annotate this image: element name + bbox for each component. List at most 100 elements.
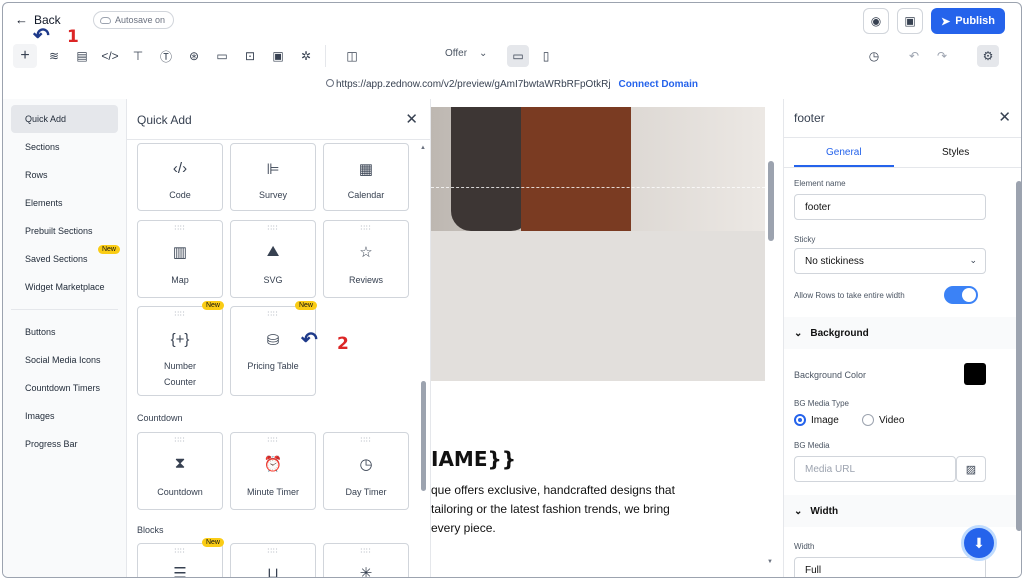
tile-day-timer[interactable]: ∷∷ ◷ Day Timer bbox=[323, 432, 409, 510]
sidebar-item-social-media-icons[interactable]: Social Media Icons bbox=[11, 346, 118, 374]
settings-button[interactable]: ⚙ bbox=[977, 45, 999, 67]
star-icon: ☆ bbox=[359, 244, 373, 261]
tab-styles[interactable]: Styles bbox=[942, 147, 969, 158]
terminal-icon: ▣ bbox=[272, 49, 284, 63]
element-name-input[interactable]: footer bbox=[794, 194, 986, 220]
scrollbar-thumb[interactable] bbox=[768, 161, 774, 241]
redo-button[interactable]: ↷ bbox=[931, 45, 953, 67]
sidebar-item-widget-marketplace[interactable]: Widget Marketplace bbox=[11, 273, 118, 301]
tile-block-2[interactable]: ∷∷ ⊔ bbox=[230, 543, 316, 577]
hero-image[interactable] bbox=[431, 107, 765, 231]
canvas-scrollbar[interactable]: ▼ bbox=[767, 99, 775, 569]
publish-label: Publish bbox=[955, 15, 995, 27]
popup-button[interactable]: ▭ bbox=[211, 45, 233, 67]
code-button[interactable]: </> bbox=[99, 45, 121, 67]
layers-button[interactable]: ≋ bbox=[43, 45, 65, 67]
split-view-button[interactable]: ◫ bbox=[341, 45, 363, 67]
window-icon: ▭ bbox=[216, 49, 228, 63]
tile-label: Day Timer bbox=[345, 487, 387, 497]
chevron-down-icon: ⌄ bbox=[969, 255, 977, 265]
tile-number-counter[interactable]: New ∷∷ {+} Number Counter bbox=[137, 301, 224, 396]
radio-image[interactable]: Image bbox=[794, 414, 839, 426]
top-bar: ← Back Autosave on ◉ ▣ ➤ Publish bbox=[3, 3, 1021, 39]
undo-button[interactable]: ↶ bbox=[903, 45, 925, 67]
background-section-header[interactable]: ⌄ Background bbox=[784, 317, 1021, 349]
sidebar-item-sections[interactable]: Sections bbox=[11, 133, 118, 161]
arrow-left-icon: ← bbox=[15, 12, 28, 27]
sidebar-item-quick-add[interactable]: Quick Add bbox=[11, 105, 118, 133]
tile-calendar[interactable]: ▦ Calendar bbox=[323, 143, 409, 211]
scrollbar-thumb[interactable] bbox=[1016, 181, 1021, 531]
bg-color-swatch[interactable] bbox=[964, 363, 986, 385]
menu-icon: ☰ bbox=[173, 565, 187, 578]
sidebar-divider bbox=[11, 309, 118, 310]
settings-panel: footer ✕ General Styles Element name foo… bbox=[783, 99, 1021, 577]
panel-divider bbox=[127, 139, 430, 140]
sidebar-item-buttons[interactable]: Buttons bbox=[11, 318, 118, 346]
history-button[interactable]: ◷ bbox=[863, 45, 885, 67]
scrollbar-thumb[interactable] bbox=[421, 381, 426, 491]
send-icon: ➤ bbox=[941, 15, 951, 28]
width-select[interactable]: Full bbox=[794, 557, 986, 577]
typography-button[interactable]: Ⓣ bbox=[155, 45, 177, 67]
tile-countdown[interactable]: ∷∷ ⧗ Countdown bbox=[137, 432, 223, 510]
settings-scrollbar[interactable] bbox=[1015, 171, 1021, 571]
connect-domain-link[interactable]: Connect Domain bbox=[619, 79, 698, 90]
radio-video[interactable]: Video bbox=[862, 414, 904, 426]
tile-block-3[interactable]: ∷∷ ✳ bbox=[323, 543, 409, 577]
history-icon: ◷ bbox=[868, 49, 880, 63]
save-button[interactable]: ▣ bbox=[897, 8, 924, 34]
tile-minute-timer[interactable]: ∷∷ ⏰ Minute Timer bbox=[230, 432, 316, 510]
ai-button[interactable]: ✲ bbox=[295, 45, 317, 67]
media-url-input[interactable]: Media URL bbox=[794, 456, 956, 482]
chat-support-button[interactable]: ⬇ bbox=[961, 525, 997, 561]
sidebar-item-rows[interactable]: Rows bbox=[11, 161, 118, 189]
sticky-select[interactable]: No stickiness ⌄ bbox=[794, 248, 986, 274]
canvas-heading[interactable]: IAME}} bbox=[431, 447, 516, 471]
quick-add-title: Quick Add bbox=[137, 113, 192, 127]
url-text[interactable]: https://app.zednow.com/v2/preview/gAmI7b… bbox=[325, 78, 611, 90]
sidebar-item-prebuilt-sections[interactable]: Prebuilt Sections bbox=[11, 217, 118, 245]
tile-label: Map bbox=[171, 275, 189, 285]
image-figure-left bbox=[451, 107, 531, 231]
offer-select[interactable]: Offer ⌄ bbox=[445, 48, 487, 59]
close-icon[interactable]: ✕ bbox=[998, 108, 1011, 126]
pages-button[interactable]: ▤ bbox=[71, 45, 93, 67]
sidebar-item-images[interactable]: Images bbox=[11, 402, 118, 430]
tile-block-1[interactable]: New ∷∷ ☰ bbox=[137, 538, 224, 578]
tracking-button[interactable]: ▣ bbox=[267, 45, 289, 67]
seo-button[interactable]: ⊡ bbox=[239, 45, 261, 67]
integrations-button[interactable]: ⊛ bbox=[183, 45, 205, 67]
autosave-label: Autosave on bbox=[115, 15, 166, 25]
mobile-view-button[interactable]: ▯ bbox=[535, 45, 557, 67]
tile-survey[interactable]: ⊫ Survey bbox=[230, 143, 316, 211]
sidebar-item-countdown-timers[interactable]: Countdown Timers bbox=[11, 374, 118, 402]
survey-icon: ⊫ bbox=[266, 161, 280, 178]
width-section-header[interactable]: ⌄ Width bbox=[784, 495, 1021, 527]
canvas-paragraph[interactable]: que offers exclusive, handcrafted design… bbox=[431, 481, 765, 538]
chevron-down-icon: ⌄ bbox=[479, 48, 488, 59]
desktop-view-button[interactable]: ▭ bbox=[507, 45, 529, 67]
quick-add-scrollbar[interactable]: ▲ bbox=[420, 145, 427, 565]
tile-svg[interactable]: ∷∷ ⛰ SVG bbox=[230, 220, 316, 298]
close-icon[interactable]: ✕ bbox=[405, 110, 418, 128]
preview-button[interactable]: ◉ bbox=[863, 8, 890, 34]
sidebar-item-saved-sections[interactable]: Saved Sections New bbox=[11, 245, 120, 273]
page-canvas[interactable]: IAME}} que offers exclusive, handcrafted… bbox=[431, 99, 777, 577]
rows-width-toggle[interactable] bbox=[944, 286, 978, 304]
tile-label: Countdown bbox=[157, 487, 203, 497]
tab-general[interactable]: General bbox=[826, 147, 862, 158]
tile-label: Calendar bbox=[347, 190, 385, 200]
media-picker-button[interactable]: ▨ bbox=[956, 456, 986, 482]
tile-reviews[interactable]: ∷∷ ☆ Reviews bbox=[323, 220, 409, 298]
tile-code[interactable]: ‹/› Code bbox=[137, 143, 223, 211]
clock-icon: ◷ bbox=[359, 456, 373, 473]
image-placeholder-block[interactable] bbox=[431, 231, 765, 381]
publish-button[interactable]: ➤ Publish bbox=[931, 8, 1005, 34]
sidebar-item-progress-bar[interactable]: Progress Bar bbox=[11, 430, 118, 458]
tile-map[interactable]: ∷∷ ▥ Map bbox=[137, 220, 223, 298]
paint-button[interactable]: ⊤ bbox=[127, 45, 149, 67]
code-icon: </> bbox=[101, 49, 119, 63]
panel-divider bbox=[784, 137, 1021, 138]
sidebar-item-elements[interactable]: Elements bbox=[11, 189, 118, 217]
